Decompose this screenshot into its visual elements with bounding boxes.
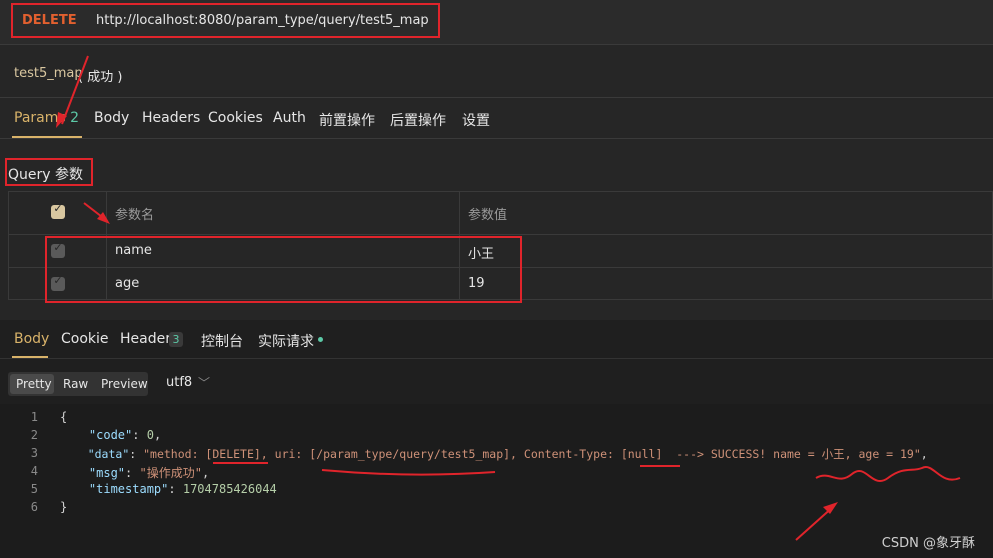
annotation-arrowhead [823,502,838,514]
annotation-scribble [815,466,961,482]
annotation-box [5,158,93,186]
annotation-box [45,236,522,303]
annotation-arrow [61,55,89,125]
annotation-overlay [5,3,961,541]
annotation-underline [321,469,496,476]
annotation-box [11,3,440,38]
